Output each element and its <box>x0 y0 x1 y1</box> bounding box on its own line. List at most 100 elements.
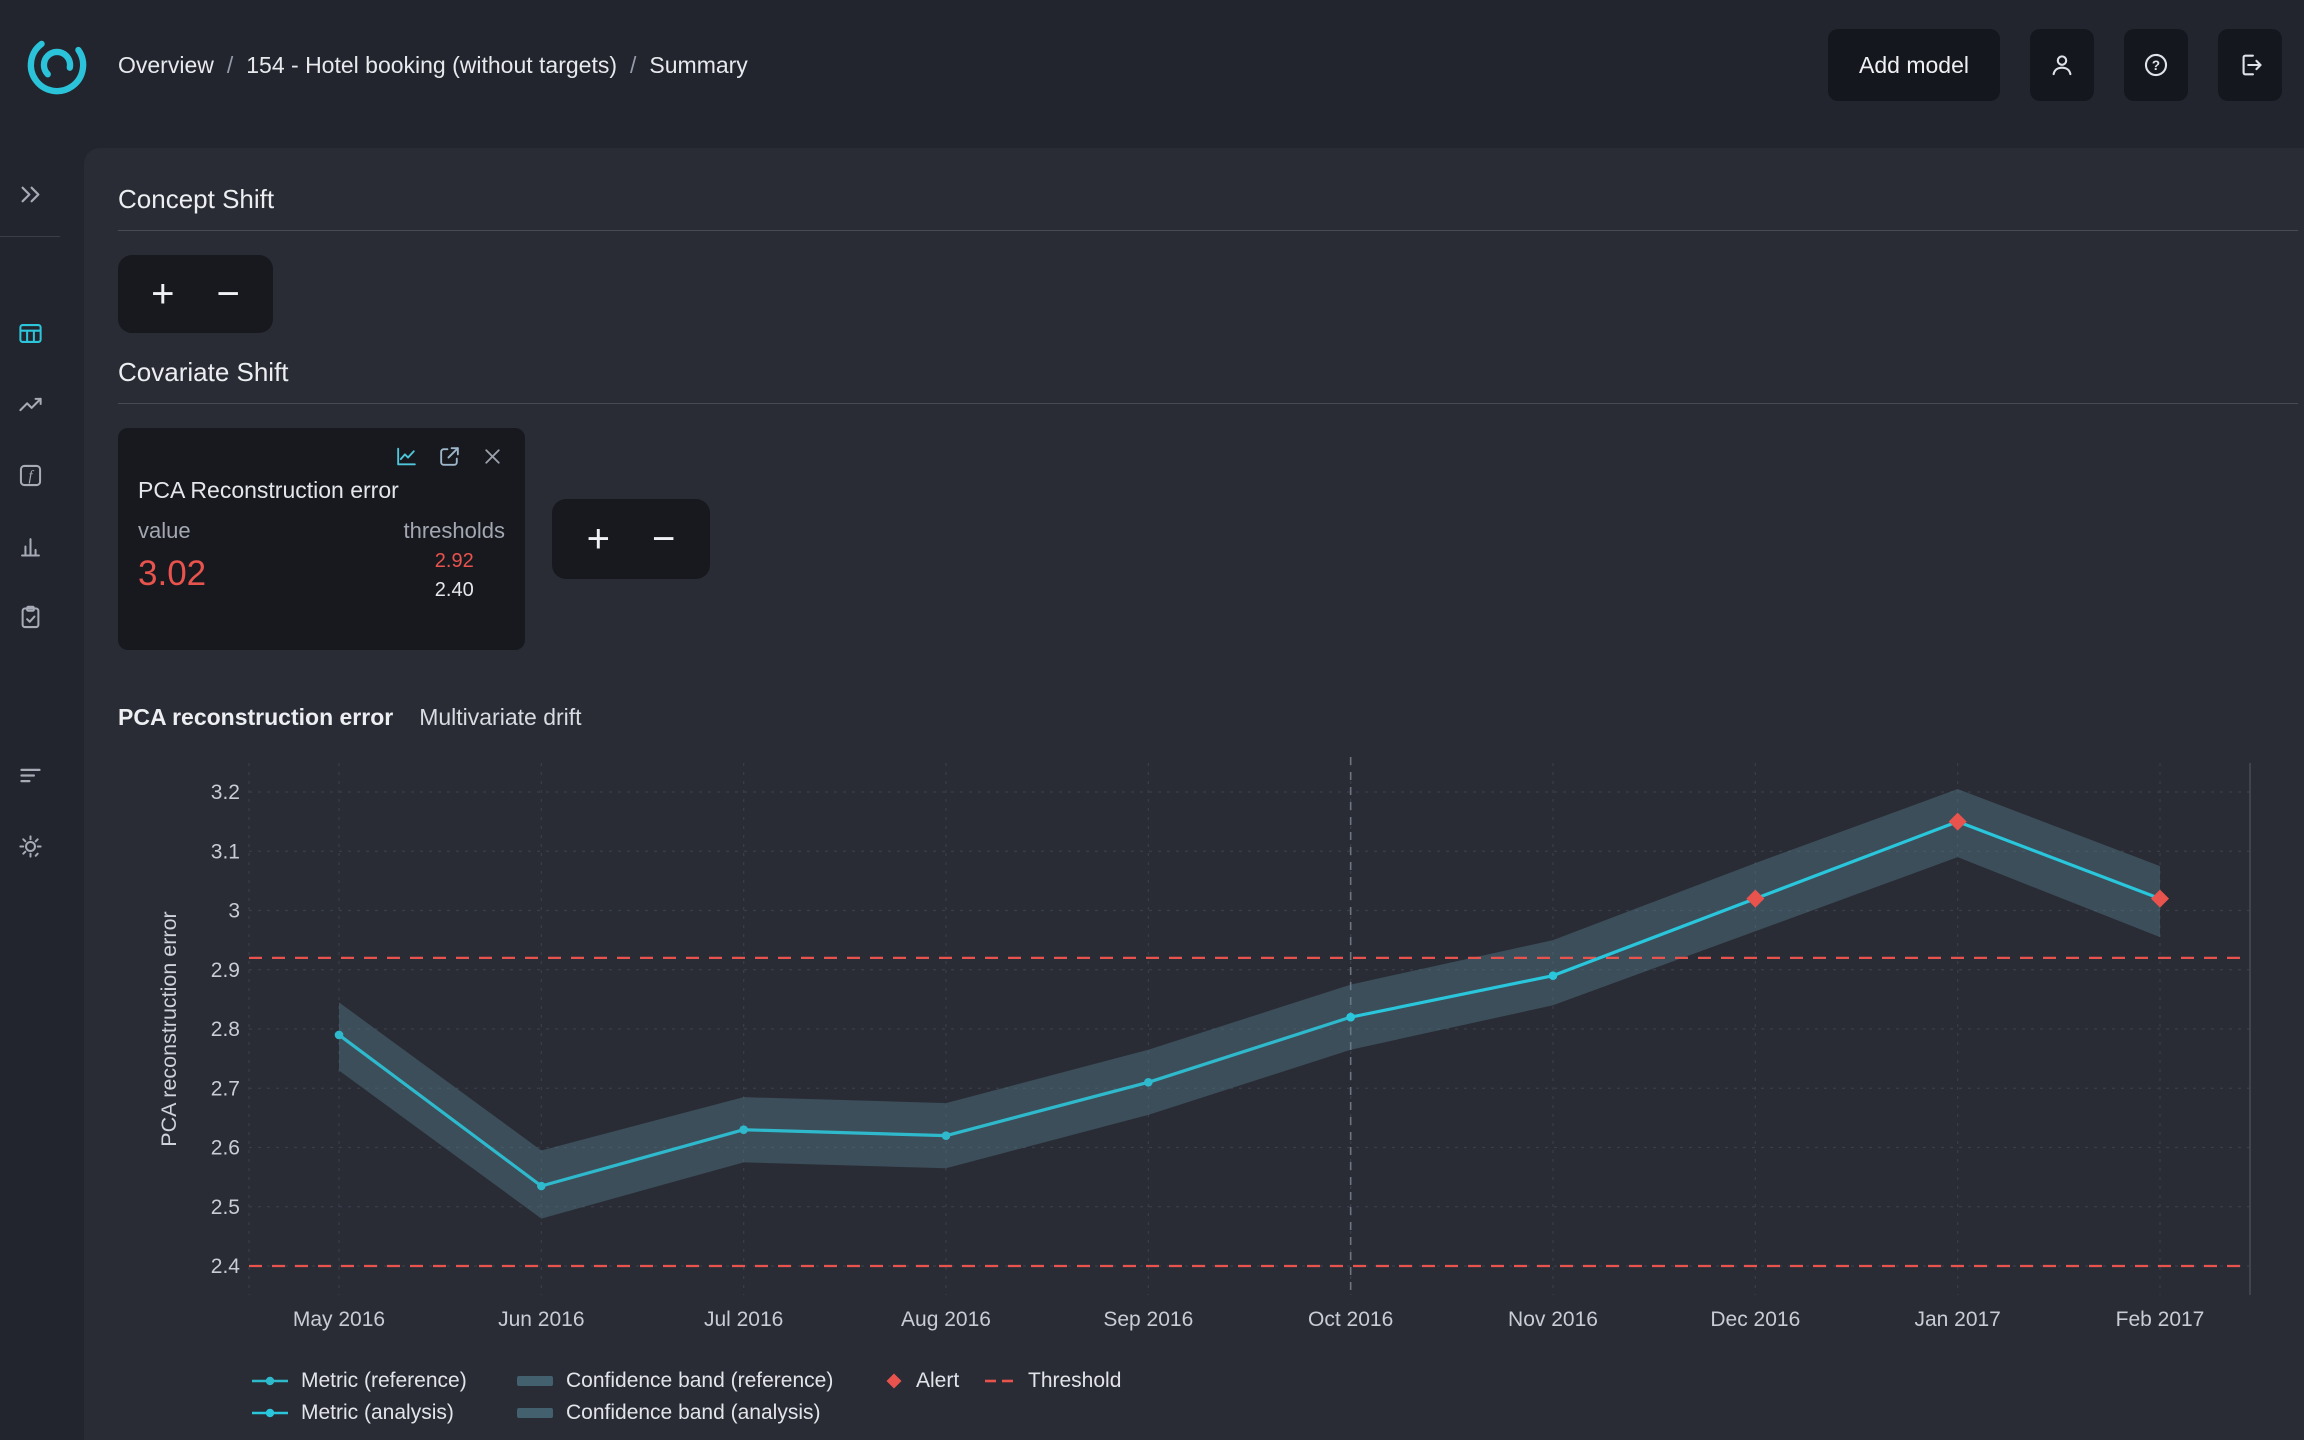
sidebar: f <box>0 130 60 1440</box>
section-divider <box>118 403 2298 404</box>
help-button[interactable]: ? <box>2124 29 2188 101</box>
add-plot-button[interactable]: + <box>585 519 612 559</box>
svg-text:2.7: 2.7 <box>211 1077 240 1100</box>
svg-text:Oct 2016: Oct 2016 <box>1308 1308 1393 1331</box>
sidebar-expand-button[interactable] <box>6 170 54 218</box>
top-navbar: Overview / 154 - Hotel booking (without … <box>0 0 2304 130</box>
legend-label: Confidence band (reference) <box>566 1369 833 1393</box>
svg-text:2.6: 2.6 <box>211 1137 240 1160</box>
sidebar-item-reports[interactable] <box>6 593 54 641</box>
breadcrumb-summary[interactable]: Summary <box>649 52 747 79</box>
svg-text:2.4: 2.4 <box>211 1255 241 1278</box>
logout-button[interactable] <box>2218 29 2282 101</box>
covariate-shift-row: PCA Reconstruction error value 3.02 thre… <box>118 428 2298 650</box>
svg-text:2.5: 2.5 <box>211 1196 240 1219</box>
svg-text:f: f <box>28 468 34 484</box>
chart-preview-icon <box>394 444 419 469</box>
breadcrumb-overview[interactable]: Overview <box>118 52 214 79</box>
navbar-actions: Add model ? <box>1828 29 2282 101</box>
sidebar-item-settings[interactable] <box>6 822 54 870</box>
legend-metric-reference[interactable]: Metric (reference) <box>252 1369 517 1393</box>
legend-label: Metric (analysis) <box>301 1401 454 1425</box>
table-icon <box>17 320 44 347</box>
open-external-icon <box>437 444 462 469</box>
value-label: value <box>138 518 206 544</box>
pca-metric-card: PCA Reconstruction error value 3.02 thre… <box>118 428 525 650</box>
legend-metric-analysis[interactable]: Metric (analysis) <box>252 1401 517 1425</box>
breadcrumb-separator: / <box>630 52 636 79</box>
function-icon: f <box>17 462 44 489</box>
legend-label: Confidence band (analysis) <box>566 1401 820 1425</box>
section-divider <box>118 230 2298 231</box>
svg-text:Dec 2016: Dec 2016 <box>1710 1308 1800 1331</box>
main-panel: Concept Shift + − Covariate Shift <box>84 148 2304 1440</box>
legend-label: Metric (reference) <box>301 1369 467 1393</box>
covariate-shift-controls: + − <box>552 499 710 579</box>
remove-plot-button[interactable]: − <box>215 274 242 314</box>
sidebar-nav-group: f <box>6 309 54 641</box>
legend-alert[interactable]: Alert <box>885 1369 985 1393</box>
help-icon: ? <box>2142 51 2170 79</box>
metric-card-body: value 3.02 thresholds 2.92 2.40 <box>138 518 505 605</box>
app-logo[interactable] <box>24 32 90 98</box>
svg-text:3.2: 3.2 <box>211 781 240 804</box>
legend-row: Metric (analysis) Confidence band (analy… <box>252 1401 2298 1425</box>
add-plot-button[interactable]: + <box>149 274 176 314</box>
chart-legend: Metric (reference) Confidence band (refe… <box>252 1369 2298 1425</box>
chevrons-right-icon <box>17 181 44 208</box>
add-model-button[interactable]: Add model <box>1828 29 2000 101</box>
legend-band-analysis[interactable]: Confidence band (analysis) <box>517 1401 885 1425</box>
metric-card-title: PCA Reconstruction error <box>138 477 505 504</box>
metric-value-column: value 3.02 <box>138 518 206 605</box>
svg-text:Feb 2017: Feb 2017 <box>2116 1308 2205 1331</box>
close-card-button[interactable] <box>480 444 505 469</box>
sidebar-item-performance[interactable] <box>6 380 54 428</box>
card-actions <box>138 444 505 469</box>
svg-text:Aug 2016: Aug 2016 <box>901 1308 991 1331</box>
sidebar-item-summary[interactable] <box>6 309 54 357</box>
chart-title: PCA reconstruction error <box>118 704 393 731</box>
metric-line-swatch <box>252 1406 288 1420</box>
svg-text:May 2016: May 2016 <box>293 1308 385 1331</box>
svg-text:Jun 2016: Jun 2016 <box>498 1308 584 1331</box>
svg-text:2.8: 2.8 <box>211 1018 240 1041</box>
svg-text:Sep 2016: Sep 2016 <box>1103 1308 1193 1331</box>
svg-text:2.9: 2.9 <box>211 959 240 982</box>
threshold-upper-value: 2.92 <box>435 547 474 576</box>
sidebar-divider <box>0 236 60 237</box>
open-external-button[interactable] <box>437 444 462 469</box>
breadcrumb-model[interactable]: 154 - Hotel booking (without targets) <box>246 52 617 79</box>
band-swatch <box>517 1407 553 1419</box>
app-body: f <box>0 130 2304 1440</box>
threshold-dash-swatch <box>985 1377 1015 1385</box>
sidebar-item-distributions[interactable] <box>6 522 54 570</box>
svg-text:3: 3 <box>228 900 240 923</box>
sidebar-item-functions[interactable]: f <box>6 451 54 499</box>
thresholds-column: thresholds 2.92 2.40 <box>403 518 505 605</box>
legend-row: Metric (reference) Confidence band (refe… <box>252 1369 2298 1393</box>
svg-text:Nov 2016: Nov 2016 <box>1508 1308 1598 1331</box>
settings-icon <box>17 833 44 860</box>
user-button[interactable] <box>2030 29 2094 101</box>
svg-text:3.1: 3.1 <box>211 840 240 863</box>
breadcrumb: Overview / 154 - Hotel booking (without … <box>118 52 748 79</box>
metric-value: 3.02 <box>138 554 206 594</box>
legend-label: Alert <box>916 1369 959 1393</box>
remove-plot-button[interactable]: − <box>650 519 677 559</box>
svg-text:PCA reconstruction error: PCA reconstruction error <box>157 911 181 1146</box>
nannyml-logo-icon <box>24 32 90 98</box>
logout-icon <box>2236 51 2264 79</box>
breadcrumb-separator: / <box>227 52 233 79</box>
legend-band-reference[interactable]: Confidence band (reference) <box>517 1369 885 1393</box>
list-icon <box>17 762 44 789</box>
alert-diamond-swatch <box>885 1372 903 1390</box>
user-icon <box>2048 51 2076 79</box>
chart-heading: PCA reconstruction error Multivariate dr… <box>118 704 2298 731</box>
sidebar-item-logs[interactable] <box>6 751 54 799</box>
band-swatch <box>517 1375 553 1387</box>
close-icon <box>480 444 505 469</box>
pca-reconstruction-chart[interactable]: 2.4 2.5 2.6 2.7 2.8 2.9 3 3.1 3.2 May 2016 Jun 201… <box>118 755 2286 1367</box>
legend-threshold[interactable]: Threshold <box>985 1369 1121 1393</box>
show-plot-button[interactable] <box>394 444 419 469</box>
thresholds-label: thresholds <box>403 518 505 544</box>
